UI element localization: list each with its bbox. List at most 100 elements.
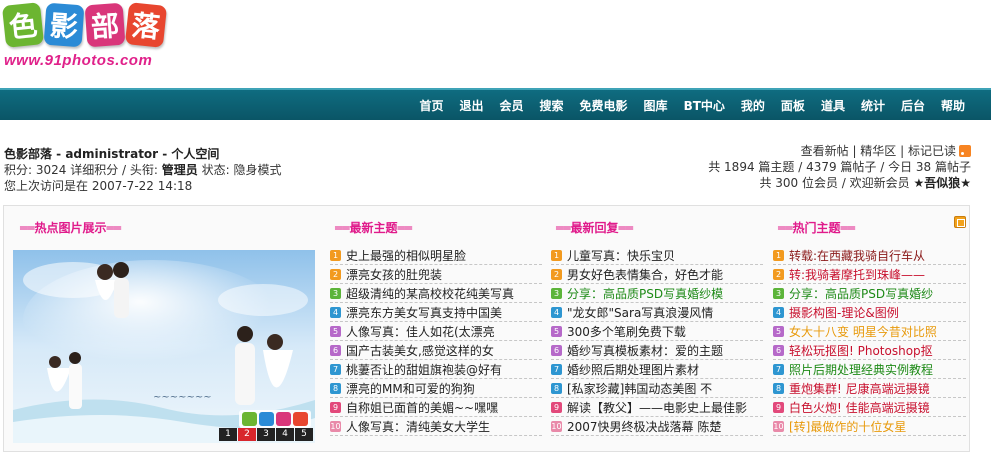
- list-item: 5 女大十八变 明星今昔对比照: [773, 322, 966, 341]
- photos-title: 热点图片展示: [20, 219, 121, 236]
- last-visit: 您上次访问是在 2007-7-22 14:18: [4, 179, 193, 193]
- logo-tile: 部: [84, 2, 126, 48]
- topic-link[interactable]: 女大十八变 明星今昔对比照: [789, 323, 937, 340]
- digest-link[interactable]: 精华区: [860, 144, 896, 158]
- nav-item-admin[interactable]: 后台: [893, 97, 933, 114]
- topic-link[interactable]: 国产古装美女,感觉这样的女: [346, 342, 494, 359]
- nav-item-free-movies[interactable]: 免费电影: [572, 97, 636, 114]
- topic-link[interactable]: 人像写真：佳人如花(太漂亮: [346, 323, 495, 340]
- rank-badge-icon: 9: [330, 401, 341, 413]
- topic-link[interactable]: 照片后期处理经典实例教程: [789, 361, 933, 378]
- list-item: 4 摄影构图-理论&图例: [773, 303, 966, 322]
- hot-topics-list: 1 转载:在西藏我骑自行车从 2 转:我骑著摩托到珠峰—— 3 分享：高品质PSD写真婚纱…: [773, 246, 966, 436]
- rss-icon[interactable]: [959, 145, 971, 157]
- topic-link[interactable]: 漂亮东方美女写真支持中国美: [346, 304, 502, 321]
- nav-item-gallery[interactable]: 图库: [636, 97, 676, 114]
- photo-page-button[interactable]: 3: [257, 428, 275, 441]
- topic-link[interactable]: 300多个笔刷免费下载: [567, 323, 686, 340]
- rank-badge-icon: 7: [330, 363, 341, 375]
- list-item: 9 解读【教父】——电影史上最佳影: [551, 398, 763, 417]
- rank-badge-icon: 8: [330, 382, 341, 394]
- topic-link[interactable]: [私家珍藏]韩国动态美图 不: [567, 380, 712, 397]
- site-logo[interactable]: 色 影 部 落 www.91photos.com: [1, 2, 174, 80]
- topic-link[interactable]: 婚纱照后期处理图片素材: [567, 361, 699, 378]
- list-item: 7 桃萋否让的甜姐旗袍装@好有: [330, 360, 542, 379]
- list-item: 7 婚纱照后期处理图片素材: [551, 360, 763, 379]
- topic-link[interactable]: 摄影构图-理论&图例: [789, 304, 899, 321]
- forum-stats: 查看新帖 | 精华区 | 标记已读 共 1894 篇主题 / 4379 篇帖子 …: [708, 143, 971, 191]
- rank-badge-icon: 7: [551, 363, 562, 375]
- logo-tile: 色: [1, 2, 45, 48]
- latest-topics-title: 最新主题: [335, 219, 412, 236]
- photo-page-button[interactable]: 5: [295, 428, 313, 441]
- rank-badge-icon: 6: [773, 344, 784, 356]
- topic-link[interactable]: 超级清纯的某高校校花纯美写真: [346, 285, 514, 302]
- topic-link[interactable]: 白色火炮! 佳能高端远摄镜: [789, 399, 930, 416]
- topic-link[interactable]: 儿童写真：快乐宝贝: [567, 247, 675, 264]
- rank-badge-icon: 8: [773, 382, 784, 394]
- logo-url: www.91photos.com: [4, 52, 153, 69]
- list-item: 7 照片后期处理经典实例教程: [773, 360, 966, 379]
- topic-link[interactable]: 桃萋否让的甜姐旗袍装@好有: [346, 361, 502, 378]
- user-space-title: 色影部落 - administrator - 个人空间: [4, 147, 220, 161]
- list-item: 10 人像写真：清纯美女大学生: [330, 417, 542, 436]
- nav-item-home[interactable]: 首页: [411, 97, 451, 114]
- rank-badge-icon: 2: [551, 268, 562, 280]
- nav-item-members[interactable]: 会员: [492, 97, 532, 114]
- topic-link[interactable]: 2007快男终极决战落幕 陈楚: [567, 418, 721, 435]
- rank-badge-icon: 10: [773, 420, 784, 432]
- topic-link[interactable]: 史上最强的相似明星脸: [346, 247, 466, 264]
- more-icon[interactable]: [954, 216, 966, 228]
- nav-item-help[interactable]: 帮助: [933, 97, 973, 114]
- topic-link[interactable]: "龙女郎"Sara写真浪漫风情: [567, 304, 713, 321]
- topic-link[interactable]: 轻松玩抠图! Photoshop抠: [789, 342, 933, 359]
- list-item: 5 人像写真：佳人如花(太漂亮: [330, 322, 542, 341]
- user-points-line: 积分: 3024 详细积分 / 头衔: 管理员 状态: 隐身模式: [4, 162, 404, 178]
- list-item: 4 漂亮东方美女写真支持中国美: [330, 303, 542, 322]
- list-item: 8 漂亮的MM和可爱的狗狗: [330, 379, 542, 398]
- photo-page-button[interactable]: 1: [219, 428, 237, 441]
- topic-link[interactable]: 转载:在西藏我骑自行车从: [789, 247, 925, 264]
- rank-badge-icon: 2: [773, 268, 784, 280]
- topic-link[interactable]: 解读【教父】——电影史上最佳影: [567, 399, 747, 416]
- rank-badge-icon: 4: [330, 306, 341, 318]
- topic-link[interactable]: 男女好色表情集合，好色才能: [567, 266, 723, 283]
- topic-link[interactable]: 婚纱写真模板素材：爱的主题: [567, 342, 723, 359]
- featured-photo[interactable]: ~~~~~~~ 1 2 3 4 5: [13, 250, 315, 443]
- nav-list: 首页 退出 会员 搜索 免费电影 图库 BT中心 我的 面板 道具 统计 后台 …: [411, 97, 973, 114]
- photo-page-button-active[interactable]: 2: [238, 428, 256, 441]
- rank-badge-icon: 1: [773, 249, 784, 261]
- list-item: 5 300多个笔刷免费下载: [551, 322, 763, 341]
- topic-link[interactable]: 转:我骑著摩托到珠峰——: [789, 266, 925, 283]
- topic-link[interactable]: 分享：高品质PSD写真婚纱模: [567, 285, 723, 302]
- logo-tile: 落: [124, 2, 168, 48]
- view-new-posts-link[interactable]: 查看新帖: [801, 144, 849, 158]
- nav-item-bt-center[interactable]: BT中心: [676, 97, 733, 114]
- list-item: 6 国产古装美女,感觉这样的女: [330, 341, 542, 360]
- nav-item-my[interactable]: 我的: [733, 97, 773, 114]
- topic-link[interactable]: 分享：高品质PSD写真婚纱: [789, 285, 933, 302]
- nav-item-stats[interactable]: 统计: [853, 97, 893, 114]
- photo-page-button[interactable]: 4: [276, 428, 294, 441]
- new-member-link[interactable]: ★吾似狼★: [913, 176, 971, 190]
- member-stats: 共 300 位会员 / 欢迎新会员 ★吾似狼★: [708, 175, 971, 191]
- logo-tile: 影: [43, 2, 85, 48]
- nav-item-search[interactable]: 搜索: [532, 97, 572, 114]
- topic-link[interactable]: 重炮集群! 尼康高端远摄镜: [789, 380, 930, 397]
- nav-item-logout[interactable]: 退出: [451, 97, 491, 114]
- nav-item-panel[interactable]: 面板: [773, 97, 813, 114]
- topic-link[interactable]: 自称姐已面首的美媚~~嘿嘿: [346, 399, 498, 416]
- rank-badge-icon: 5: [551, 325, 562, 337]
- user-info: 色影部落 - administrator - 个人空间 积分: 3024 详细积…: [4, 146, 404, 194]
- topic-link[interactable]: 漂亮女孩的肚兜装: [346, 266, 442, 283]
- list-item: 6 轻松玩抠图! Photoshop抠: [773, 341, 966, 360]
- photo-pager: 1 2 3 4 5: [219, 428, 313, 441]
- rank-badge-icon: 6: [551, 344, 562, 356]
- topic-link[interactable]: [转]最做作的十位女星: [789, 418, 906, 435]
- topic-link[interactable]: 人像写真：清纯美女大学生: [346, 418, 490, 435]
- list-item: 4 "龙女郎"Sara写真浪漫风情: [551, 303, 763, 322]
- list-item: 9 白色火炮! 佳能高端远摄镜: [773, 398, 966, 417]
- topic-link[interactable]: 漂亮的MM和可爱的狗狗: [346, 380, 475, 397]
- mark-read-link[interactable]: 标记已读: [908, 144, 956, 158]
- nav-item-tools[interactable]: 道具: [813, 97, 853, 114]
